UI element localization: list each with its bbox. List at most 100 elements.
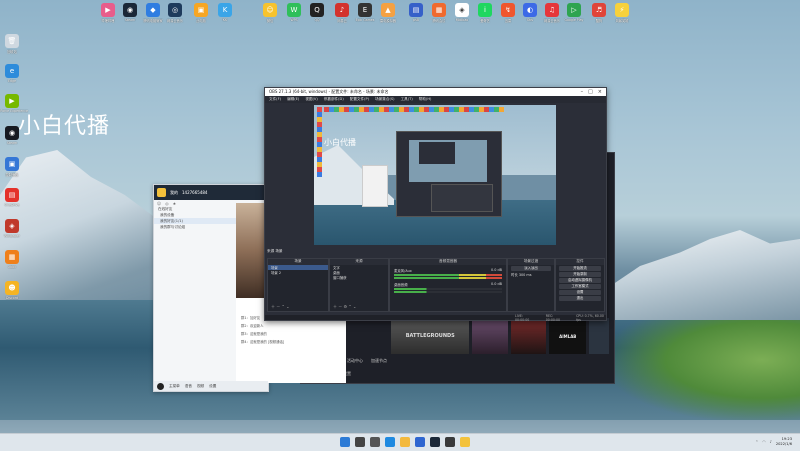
edge-icon[interactable] — [385, 437, 395, 447]
virtual-camera-button[interactable]: 启动虚拟摄像机 — [559, 278, 601, 283]
obs-preview[interactable]: 小白代播 — [314, 105, 556, 245]
desktop-icon[interactable]: e Edge — [0, 64, 24, 83]
obs-menu-item[interactable]: 编辑(E) — [287, 97, 299, 102]
exit-button[interactable]: 退出 — [559, 296, 601, 301]
network-icon[interactable]: ◠ — [762, 440, 765, 444]
sources-dock: 来源 文字 桌面 窗口捕获 ＋ － ⚙ ⌃ ⌄ — [329, 258, 389, 312]
desktop-icon[interactable]: ▲ 雷电模拟器 — [376, 3, 400, 23]
desktop-icon[interactable]: ▤ OneDrive — [0, 188, 24, 207]
desktop-icon[interactable]: 🗑 回收站 — [0, 34, 24, 54]
desktop-icon[interactable]: ▦ Xbox — [0, 250, 24, 269]
desktop-icon[interactable]: ☻ Discord — [0, 281, 24, 300]
qq-icon[interactable] — [460, 437, 470, 447]
obs-menu-item[interactable]: 配置文件(P) — [350, 97, 369, 102]
scene-item[interactable]: 场景 2 — [268, 270, 328, 275]
desktop-icon[interactable]: ◉ Steam — [0, 126, 24, 145]
search-icon[interactable] — [355, 437, 365, 447]
start-recording-button[interactable]: 开始录制 — [559, 272, 601, 277]
source-item[interactable]: 窗口捕获 — [330, 275, 388, 280]
desktop-icon[interactable]: ◈ Mbilbao — [450, 3, 474, 22]
transition-select[interactable]: 淡入淡出 — [511, 266, 551, 271]
desktop-icon[interactable]: E Epic Games — [353, 3, 377, 22]
desktop-icon[interactable]: ▣ 此电脑 — [189, 3, 213, 23]
desktop-icon[interactable]: ♪ 网易云 — [330, 3, 354, 23]
maximize-icon[interactable]: □ — [588, 89, 593, 95]
desktop-icon[interactable]: ▶GeForce Experience — [0, 94, 28, 113]
qq-window[interactable]: 我的 1427665484 ☺ ◎ ★ 在线好友 我的设备 我的好友(1/1) … — [153, 184, 346, 392]
desktop-icon[interactable]: ♫ 网易云音乐 — [540, 3, 564, 23]
settings-button[interactable]: 设置 — [559, 290, 601, 295]
duration-label: 时长 — [511, 273, 518, 277]
game-tile[interactable]: AIMLAB — [549, 318, 587, 354]
desktop-icon[interactable]: i 爱奇艺 — [473, 3, 497, 23]
desktop-icon[interactable]: ▶ 哔哩哔哩 — [96, 3, 120, 23]
volume-icon[interactable]: ♪ — [770, 440, 772, 444]
scene-add-icon[interactable]: ＋ － ⌃ ⌄ — [271, 304, 290, 310]
desktop-icon[interactable]: ▦ 腾讯会议 — [427, 3, 451, 23]
obs-window[interactable]: OBS 27.1.3 (64-bit, windows) - 配置文件: 未命名… — [264, 87, 607, 322]
source-header: 来源 场景 — [267, 249, 283, 253]
minimize-icon[interactable]: – — [581, 89, 584, 95]
app-icon: ▣ — [5, 157, 19, 171]
close-icon[interactable]: × — [598, 89, 602, 95]
obs-menu-item[interactable]: 场景集合(S) — [375, 97, 394, 102]
chevron-up-icon[interactable]: ⌃ — [755, 440, 758, 444]
studio-mode-button[interactable]: 工作室模式 — [559, 284, 601, 289]
duration-value[interactable]: 300 ms — [519, 273, 532, 277]
obs-menu-item[interactable]: 帮助(H) — [419, 97, 432, 102]
group-icon[interactable]: ◎ — [165, 201, 169, 206]
game-tile[interactable] — [472, 318, 508, 354]
obs-menu-item[interactable]: 工具(T) — [401, 97, 413, 102]
obs-menubar: 文件(F) 编辑(E) 视图(V) 停靠部件(D) 配置文件(P) 场景集合(S) 工具(T… — [265, 96, 606, 103]
desktop-icon[interactable]: ◉ Steam — [118, 3, 142, 22]
desktop-icon[interactable]: ◈ Wallpaper — [0, 219, 24, 238]
main-menu-icon[interactable] — [157, 382, 164, 390]
desktop-icon[interactable]: ▣ 控制面板 — [0, 157, 24, 177]
footer-item[interactable]: 加速节点 — [371, 358, 387, 364]
game-tile[interactable]: BATTLEGROUNDS — [391, 318, 470, 354]
obs-titlebar[interactable]: OBS 27.1.3 (64-bit, windows) - 配置文件: 未命名… — [265, 88, 606, 96]
app-icon: ▣ — [194, 3, 208, 17]
desktop-icon[interactable]: Q QQ — [305, 3, 329, 22]
preview-qq-window — [362, 165, 388, 207]
desktop-icon[interactable]: ◆ 腾讯电脑管家 — [141, 3, 165, 23]
desktop-icon[interactable]: ↯ 迅雷 — [496, 3, 520, 23]
obs-menu-item[interactable]: 文件(F) — [269, 97, 281, 102]
start-streaming-button[interactable]: 开始推流 — [559, 266, 601, 271]
store-icon[interactable] — [415, 437, 425, 447]
desktop-icon-label: WPS — [290, 18, 298, 22]
mixer-channel-name: 麦克风/Aux — [394, 269, 412, 273]
obs-menu-item[interactable]: 视图(V) — [305, 97, 317, 102]
desktop-icon[interactable]: ⚡ 风暴英雄 — [610, 3, 634, 23]
steam-icon[interactable] — [430, 437, 440, 447]
qq-footer-item[interactable]: 设置 — [209, 384, 216, 389]
desktop-icon-label: Wallpaper — [4, 234, 20, 238]
obs-menu-item[interactable]: 停靠部件(D) — [324, 97, 344, 102]
game-tile[interactable] — [589, 318, 609, 354]
qq-footer-item[interactable]: 语音 — [185, 384, 192, 389]
footer-item[interactable]: 活动中心 — [347, 358, 363, 364]
app-icon: ◈ — [5, 219, 19, 233]
desktop-icon[interactable]: ◐ Obs — [518, 3, 542, 22]
qq-footer-item[interactable]: 主菜单 — [169, 384, 180, 389]
clock[interactable]: 19:23 2022/1/6 — [776, 437, 792, 446]
space-icon[interactable]: ★ — [173, 201, 177, 206]
start-icon[interactable] — [340, 437, 350, 447]
contact-icon[interactable]: ☺ — [157, 201, 161, 206]
task-view-icon[interactable] — [370, 437, 380, 447]
explorer-icon[interactable] — [400, 437, 410, 447]
qq-footer-item[interactable]: 视频 — [197, 384, 204, 389]
desktop-icon[interactable]: K KK — [213, 3, 237, 22]
desktop-icon[interactable]: ▷ Google Play — [562, 3, 586, 22]
source-add-icon[interactable]: ＋ － ⚙ ⌃ ⌄ — [333, 304, 356, 310]
game-tile[interactable] — [510, 318, 547, 354]
desktop-icon[interactable]: ◎ 网易云音乐 — [163, 3, 187, 23]
obs-icon[interactable] — [445, 437, 455, 447]
desktop-icon[interactable]: ☺ 微信 — [258, 3, 282, 23]
mixer-channel[interactable]: 麦克风/Aux 0.0 dB — [394, 268, 502, 279]
desktop-icon[interactable]: W WPS — [282, 3, 306, 22]
desktop-icon[interactable]: ▤ ps8 — [404, 3, 428, 22]
desktop-icon[interactable]: ♬ 酷狗 — [587, 3, 611, 23]
app-icon: ♪ — [335, 3, 349, 17]
mixer-channel[interactable]: 桌面音频 0.0 dB — [394, 282, 502, 293]
